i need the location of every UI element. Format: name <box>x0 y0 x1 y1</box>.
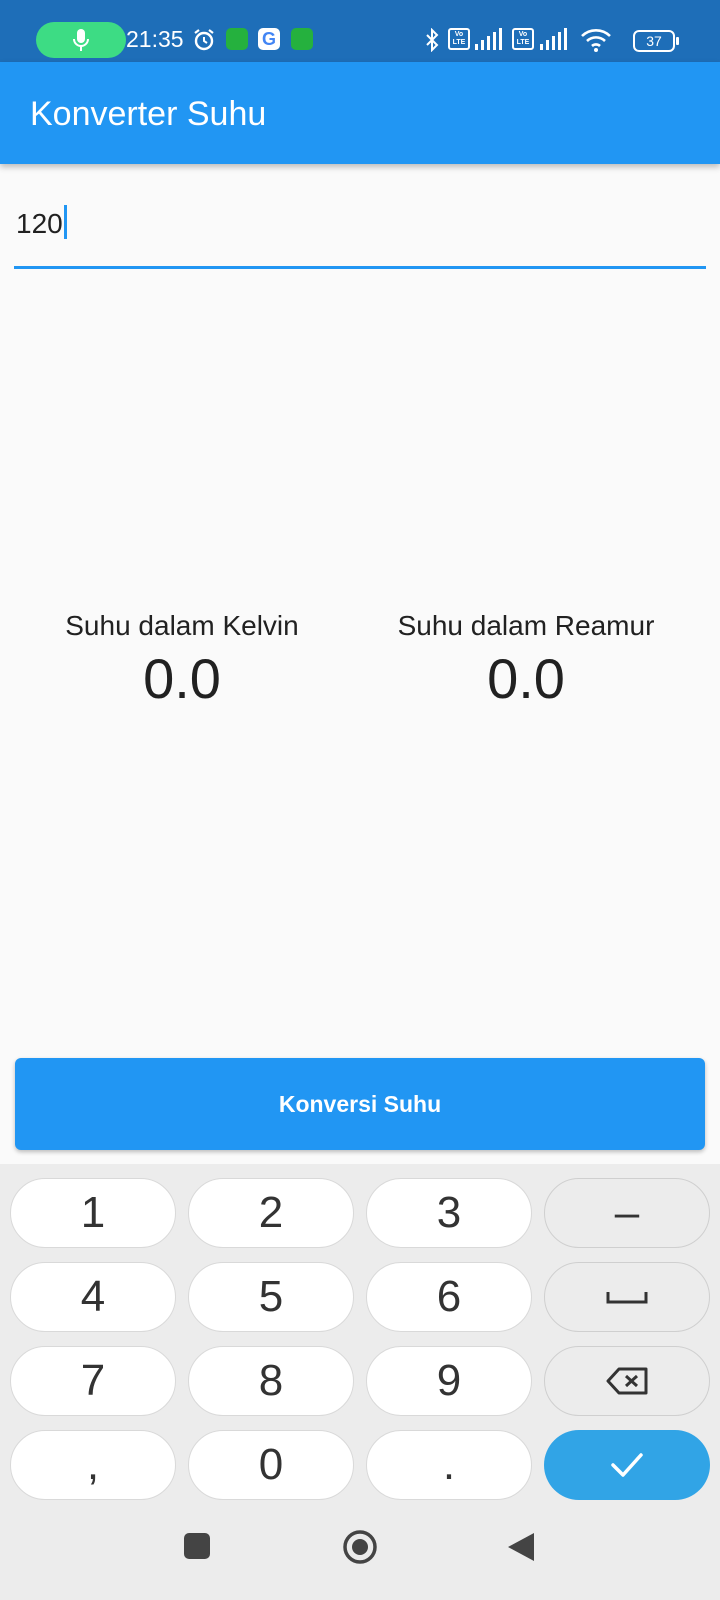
reamur-value: 0.0 <box>487 647 565 710</box>
recents-button[interactable] <box>183 1532 211 1560</box>
wifi-icon <box>580 28 612 52</box>
temperature-input-value[interactable]: 120 <box>16 205 67 240</box>
key-2[interactable]: 2 <box>188 1178 354 1248</box>
text-caret <box>63 205 67 239</box>
status-time: 21:35 <box>126 26 184 52</box>
key-3[interactable]: 3 <box>366 1178 532 1248</box>
whatsapp-icon <box>226 28 248 50</box>
volte-icon: Vo LTE <box>512 28 534 50</box>
home-circle-icon <box>343 1530 377 1564</box>
back-button[interactable] <box>506 1531 536 1563</box>
key-4[interactable]: 4 <box>10 1262 176 1332</box>
kelvin-result: Suhu dalam Kelvin 0.0 <box>32 610 332 711</box>
reamur-result: Suhu dalam Reamur 0.0 <box>376 610 676 711</box>
whatsapp-icon <box>291 28 313 50</box>
backspace-icon <box>606 1367 648 1395</box>
kelvin-value: 0.0 <box>143 647 221 710</box>
space-icon <box>606 1292 648 1304</box>
battery-icon: 37 <box>633 30 679 52</box>
key-1[interactable]: 1 <box>10 1178 176 1248</box>
status-bar: 21:35 G Vo LTE Vo LTE 37 <box>0 0 720 62</box>
numeric-keyboard: 1 2 3 – 4 5 6 7 8 9 , 0 . <box>0 1164 720 1600</box>
key-8[interactable]: 8 <box>188 1346 354 1416</box>
key-dot[interactable]: . <box>366 1430 532 1500</box>
key-backspace[interactable] <box>544 1346 710 1416</box>
home-button[interactable] <box>342 1529 378 1565</box>
volte-icon: Vo LTE <box>448 28 470 50</box>
kelvin-label: Suhu dalam Kelvin <box>65 610 299 641</box>
back-triangle-icon <box>508 1533 534 1561</box>
square-icon <box>184 1533 210 1559</box>
key-space[interactable] <box>544 1262 710 1332</box>
bluetooth-icon <box>424 28 440 52</box>
app-bar: Konverter Suhu <box>0 62 720 164</box>
convert-button[interactable]: Konversi Suhu <box>15 1058 705 1150</box>
key-done[interactable] <box>544 1430 710 1500</box>
alarm-icon <box>192 28 216 52</box>
key-comma[interactable]: , <box>10 1430 176 1500</box>
checkmark-icon <box>611 1453 643 1477</box>
signal-icon <box>540 28 570 50</box>
key-9[interactable]: 9 <box>366 1346 532 1416</box>
key-7[interactable]: 7 <box>10 1346 176 1416</box>
key-0[interactable]: 0 <box>188 1430 354 1500</box>
key-6[interactable]: 6 <box>366 1262 532 1332</box>
google-icon: G <box>258 28 280 50</box>
signal-icon <box>475 28 505 50</box>
mic-indicator[interactable] <box>36 22 126 58</box>
page-title: Konverter Suhu <box>30 95 267 133</box>
key-5[interactable]: 5 <box>188 1262 354 1332</box>
key-minus[interactable]: – <box>544 1178 710 1248</box>
reamur-label: Suhu dalam Reamur <box>397 610 655 641</box>
mic-icon <box>73 29 89 51</box>
temperature-input[interactable]: 120 <box>14 195 706 269</box>
